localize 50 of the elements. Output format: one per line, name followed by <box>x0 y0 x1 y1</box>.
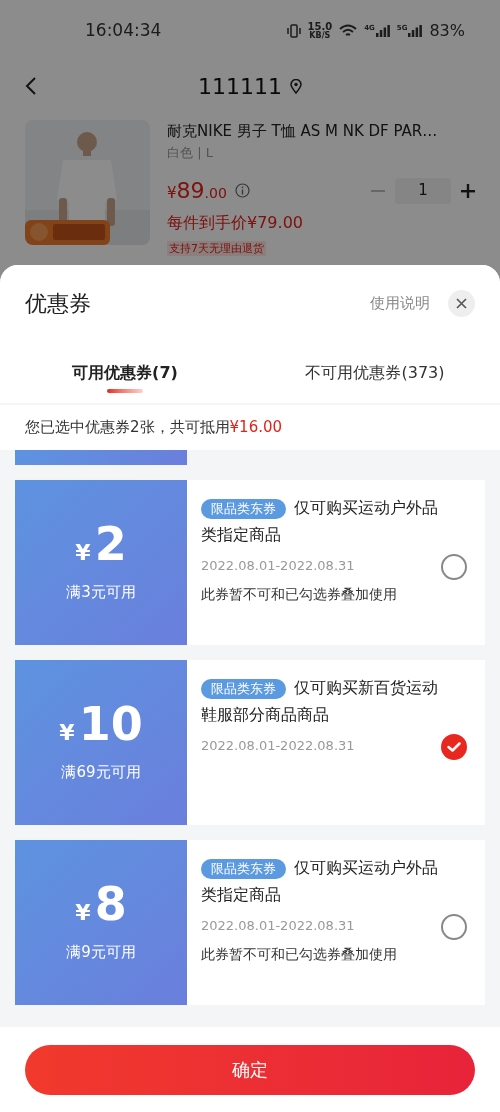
validity-date: 2022.08.01-2022.08.31 <box>201 557 356 575</box>
signal-icon <box>375 25 390 37</box>
return-policy-tag: 支持7天无理由退货 <box>167 241 266 256</box>
sheet-title: 优惠券 <box>25 290 91 318</box>
info-icon[interactable] <box>234 183 250 198</box>
location-icon[interactable] <box>290 78 302 94</box>
vibrate-icon <box>286 24 301 38</box>
quantity-field[interactable]: 1 <box>395 177 451 204</box>
check-icon <box>447 742 461 752</box>
signal-icon <box>408 25 423 37</box>
validity-date: 2022.08.01-2022.08.31 <box>201 917 356 935</box>
category-tag: 限品类东券 <box>201 499 286 519</box>
coupon-amount: 2 <box>94 521 127 568</box>
coupon-description: 限品类东券 仅可购买运动户外品类指定商品 <box>201 497 439 546</box>
select-radio[interactable] <box>441 914 467 940</box>
category-tag: 限品类东券 <box>201 679 286 699</box>
coupon-description: 限品类东券 仅可购买运动户外品类指定商品 <box>201 857 439 906</box>
plus-icon[interactable] <box>461 183 475 198</box>
coupon-condition: 满9元可用 <box>66 942 136 964</box>
select-radio[interactable] <box>441 554 467 580</box>
coupon-condition: 满3元可用 <box>66 582 136 604</box>
stacking-note: 此券暂不可和已勾选券叠加使用 <box>201 584 398 604</box>
close-button[interactable] <box>448 290 475 317</box>
header-title: 111111 <box>198 72 282 101</box>
coupon-description: 限品类东券 仅可购买新百货运动鞋服部分商品商品 <box>201 677 439 726</box>
status-time: 16:04:34 <box>85 19 162 43</box>
category-tag: 限品类东券 <box>201 859 286 879</box>
final-price: 每件到手价¥79.00 <box>167 212 304 234</box>
usage-instructions-link[interactable]: 使用说明 <box>370 292 430 315</box>
coupon-amount: 10 <box>78 701 143 748</box>
selection-summary: 您已选中优惠券2张，共可抵用¥16.00 <box>0 405 500 450</box>
close-icon <box>456 298 467 309</box>
speed-unit: KB/S <box>309 32 331 40</box>
stacking-note: 此券暂不可和已勾选券叠加使用 <box>201 944 398 964</box>
select-radio[interactable] <box>441 734 467 760</box>
currency-sign: ¥ <box>75 539 91 568</box>
confirm-button[interactable]: 确定 <box>25 1044 475 1095</box>
wifi-icon <box>339 24 358 38</box>
currency-sign: ¥ <box>75 899 91 928</box>
coupon-amount: 8 <box>94 881 127 928</box>
back-icon[interactable] <box>25 76 37 96</box>
battery-level: 83% <box>429 20 465 42</box>
coupon-tab[interactable]: 不可用优惠券(373) <box>250 355 500 403</box>
validity-date: 2022.08.01-2022.08.31 <box>201 737 356 755</box>
coupon-tab[interactable]: 可用优惠券(7) <box>0 355 250 403</box>
product-name: 耐克NIKE 男子 T恤 AS M NK DF PAR… <box>167 121 439 142</box>
product-price: ¥89.00 <box>167 177 227 205</box>
speed-value: 15.0 <box>307 22 333 32</box>
currency-sign: ¥ <box>59 719 75 748</box>
coupon-condition: 满69元可用 <box>61 762 141 784</box>
